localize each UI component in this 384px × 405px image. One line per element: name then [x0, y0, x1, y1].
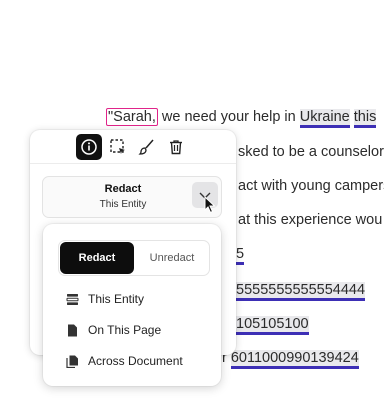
menu-item-label: Across Document: [88, 354, 183, 368]
doc-line-6: 5555555555554444: [236, 281, 366, 301]
entity-this[interactable]: this: [353, 109, 377, 128]
dropdown-title: Redact: [104, 183, 142, 195]
entity-card-number-2[interactable]: 105105100: [236, 316, 309, 335]
entity-line5[interactable]: 5: [236, 246, 245, 265]
page-icon: [65, 323, 79, 337]
doc-line-4: at this experience wou: [238, 212, 383, 228]
menu-item-on-this-page[interactable]: On This Page: [65, 319, 161, 341]
doc-line-7: 105105100: [236, 315, 309, 335]
dropdown-subtitle: This Entity: [99, 199, 147, 210]
entity-card-number-3[interactable]: 6011000990139424: [230, 350, 359, 369]
entity-card-number-1[interactable]: 5555555555554444: [236, 282, 366, 301]
entity-ukraine[interactable]: Ukraine: [299, 109, 350, 128]
menu-item-this-entity[interactable]: This Entity: [65, 288, 144, 310]
menu-item-across-document[interactable]: Across Document: [65, 350, 183, 372]
doc-line-1: "Sarah, we need your help in Ukraine thi…: [106, 108, 377, 128]
brush-icon[interactable]: [134, 134, 160, 160]
redact-scope-dropdown[interactable]: Redact This Entity: [42, 176, 222, 218]
doc-line-2: sked to be a counselor: [238, 144, 384, 160]
doc-line-8: r 6011000990139424: [222, 349, 359, 369]
highlighted-entity[interactable]: "Sarah,: [106, 108, 158, 126]
info-icon[interactable]: [76, 134, 102, 160]
doc-line-5: 5: [236, 245, 245, 265]
trash-icon[interactable]: [163, 134, 189, 160]
menu-item-label: On This Page: [88, 323, 162, 337]
documents-icon: [65, 354, 79, 368]
mouse-cursor-icon: [204, 196, 216, 214]
menu-item-label: This Entity: [88, 292, 145, 306]
doc-line-3: act with young campers: [238, 178, 384, 194]
unredact-option[interactable]: Unredact: [135, 241, 209, 275]
select-area-icon[interactable]: [105, 134, 131, 160]
stack-icon: [65, 292, 79, 306]
redact-mode-toggle: Redact Unredact: [58, 240, 210, 276]
redact-option[interactable]: Redact: [60, 242, 134, 274]
panel-toolbar: [76, 132, 189, 162]
redact-scope-menu: Redact Unredact This Entity On This Page: [43, 224, 221, 386]
doc-text: we need your help in: [157, 109, 300, 125]
toolbar-divider: [30, 163, 236, 164]
